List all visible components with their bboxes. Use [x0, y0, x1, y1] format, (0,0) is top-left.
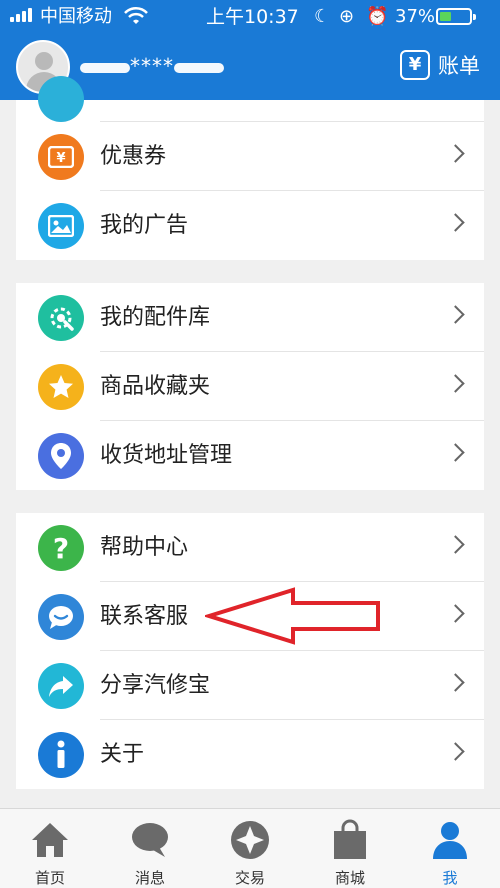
list-item-coupon[interactable]: ¥ 优惠券 — [16, 122, 484, 191]
list-item-label: 优惠券 — [100, 144, 167, 169]
signal-strength-icon — [10, 8, 34, 22]
chevron-right-icon — [446, 742, 465, 761]
svg-text:¥: ¥ — [56, 151, 65, 166]
message-icon — [132, 823, 168, 857]
list-item-label: 我的广告 — [100, 213, 189, 238]
bill-button[interactable]: ¥ 账单 — [400, 48, 480, 82]
masked-text — [174, 62, 224, 73]
chevron-right-icon — [446, 374, 465, 393]
status-bar: 中国移动 上午10:37 ☾ ⊕ ⏰ 37% — [0, 0, 500, 34]
list-item-label: 分享汽修宝 — [100, 673, 211, 698]
alarm-icon: ⏰ — [366, 6, 389, 27]
picture-icon — [38, 203, 84, 249]
tab-mall[interactable]: 商城 — [300, 809, 400, 888]
chevron-right-icon — [446, 604, 465, 623]
list-item-help-center[interactable]: ? 帮助中心 — [16, 513, 484, 582]
list-item-favorites[interactable]: 商品收藏夹 — [16, 352, 484, 421]
gear-wrench-icon — [38, 295, 84, 341]
chevron-right-icon — [446, 443, 465, 462]
tab-label: 我 — [442, 869, 458, 887]
chevron-right-icon — [446, 213, 465, 232]
tab-label: 消息 — [134, 869, 165, 887]
list-item-label: 商品收藏夹 — [100, 374, 211, 399]
bill-label: 账单 — [438, 54, 480, 78]
do-not-disturb-icon: ☾ — [314, 6, 331, 27]
list-item-share[interactable]: 分享汽修宝 — [16, 651, 484, 720]
tab-trade[interactable]: 交易 — [200, 809, 300, 888]
home-icon — [32, 823, 68, 857]
menu-group-3: ? 帮助中心 联系客服 分享汽修宝 关于 — [16, 513, 484, 789]
list-item-label: 收货地址管理 — [100, 443, 233, 468]
username: **** — [80, 54, 224, 78]
coupon-icon: ¥ — [38, 134, 84, 180]
masked-text — [80, 62, 130, 73]
shopping-bag-icon — [334, 819, 366, 859]
star-icon — [38, 364, 84, 410]
list-item-label: 帮助中心 — [100, 535, 189, 560]
tab-messages[interactable]: 消息 — [100, 809, 200, 888]
wifi-icon — [124, 6, 148, 24]
bill-icon: ¥ — [400, 50, 430, 80]
chevron-right-icon — [446, 535, 465, 554]
list-item-partial — [16, 76, 484, 122]
menu-group-1: ¥ 优惠券 我的广告 — [16, 76, 484, 260]
chevron-right-icon — [446, 673, 465, 692]
battery-percent: 37% — [395, 6, 436, 27]
location-pin-icon — [38, 433, 84, 479]
clock: 上午10:37 — [206, 6, 299, 28]
tab-label: 商城 — [334, 869, 365, 887]
info-icon — [38, 732, 84, 778]
battery-icon — [436, 8, 476, 25]
tab-home[interactable]: 首页 — [0, 809, 100, 888]
list-item-address[interactable]: 收货地址管理 — [16, 421, 484, 490]
list-item-parts-library[interactable]: 我的配件库 — [16, 283, 484, 352]
list-item-about[interactable]: 关于 — [16, 720, 484, 789]
question-icon: ? — [38, 525, 84, 571]
tab-bar: 首页 消息 交易 商城 我 — [0, 808, 500, 888]
share-arrow-icon — [38, 663, 84, 709]
carrier-name: 中国移动 — [40, 6, 112, 27]
list-item-label: 联系客服 — [100, 604, 189, 629]
tab-me[interactable]: 我 — [400, 809, 500, 888]
tab-label: 首页 — [34, 869, 65, 887]
annotation-arrow — [205, 587, 380, 645]
list-item-my-ads[interactable]: 我的广告 — [16, 191, 484, 260]
chevron-right-icon — [446, 144, 465, 163]
compass-icon — [231, 821, 269, 859]
list-item-label: 关于 — [100, 742, 145, 767]
chevron-right-icon — [446, 305, 465, 324]
user-icon — [433, 822, 467, 859]
partial-icon — [38, 76, 84, 122]
tab-label: 交易 — [234, 869, 265, 887]
chat-bubble-icon — [38, 594, 84, 640]
list-item-label: 我的配件库 — [100, 305, 211, 330]
menu-group-2: 我的配件库 商品收藏夹 收货地址管理 — [16, 283, 484, 490]
rotation-lock-icon: ⊕ — [339, 6, 355, 27]
